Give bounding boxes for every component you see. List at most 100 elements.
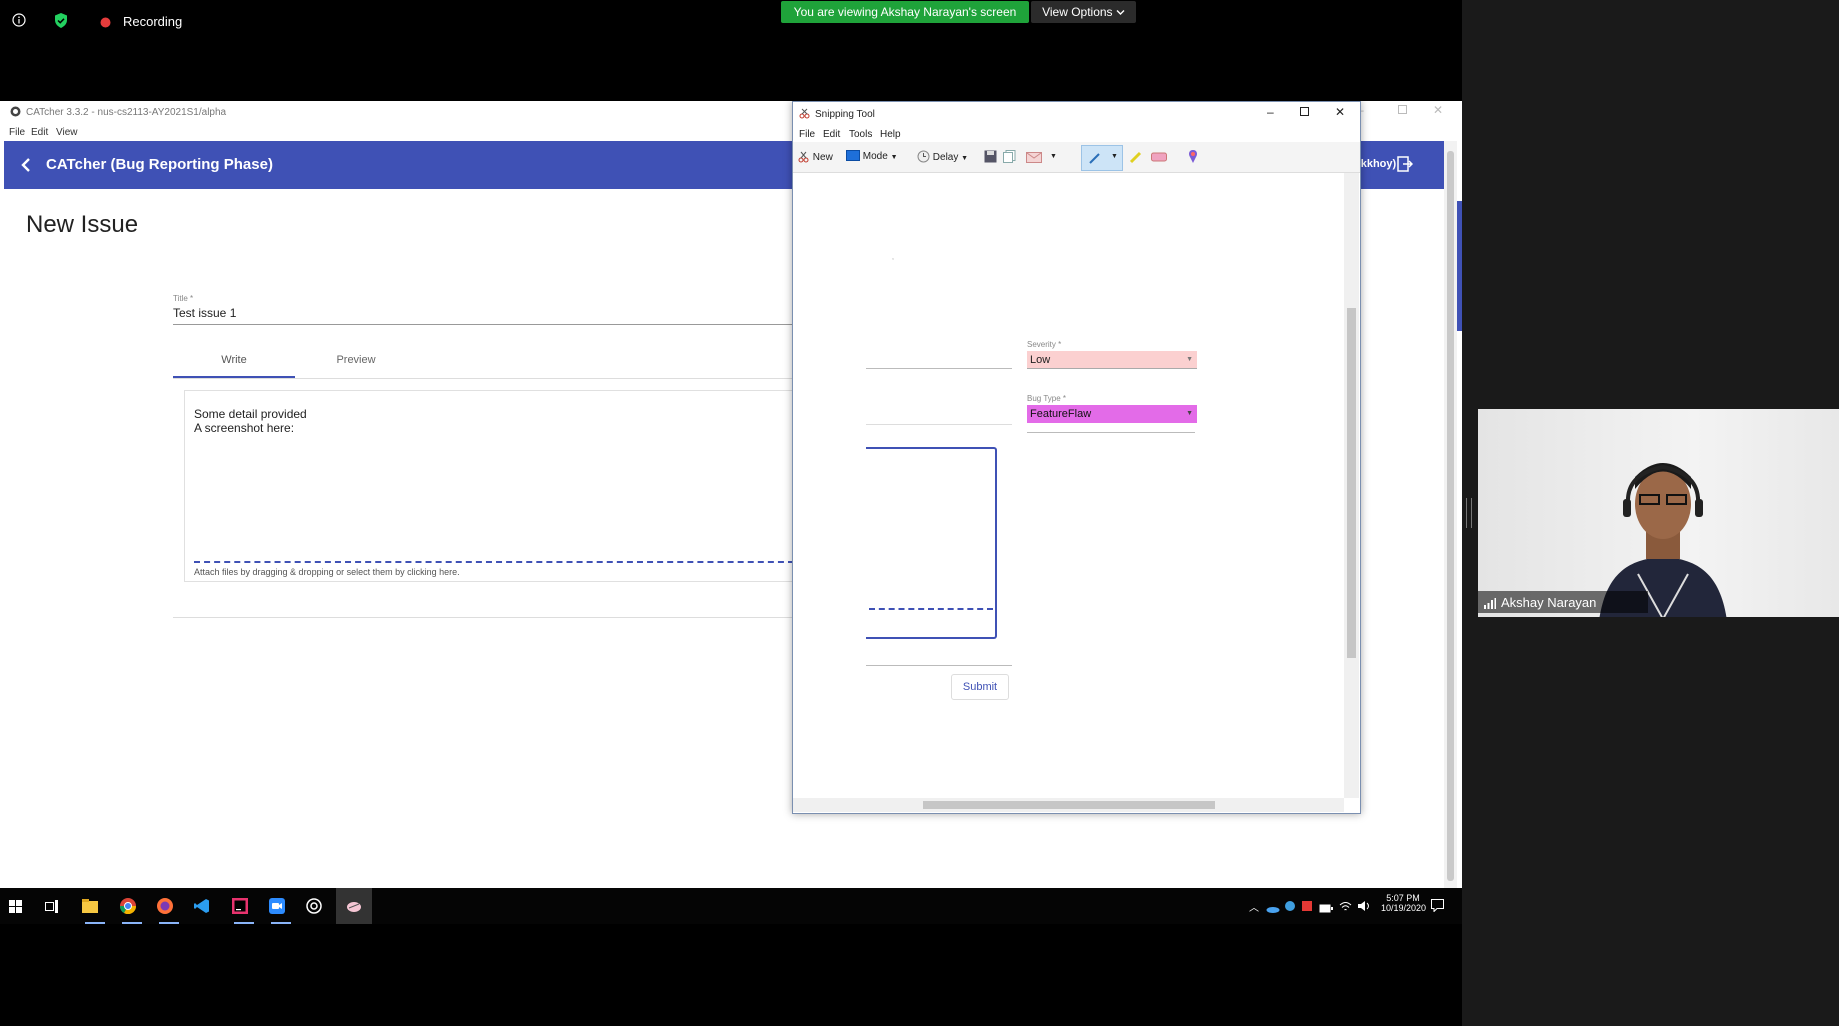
mode-dropdown-icon: ▼ [890,154,898,161]
pen-tool-button[interactable]: ▼ [1081,145,1123,171]
catcher-menu-file[interactable]: File [9,127,25,138]
catcher-menu-view[interactable]: View [56,127,78,138]
tab-write[interactable]: Write [173,342,295,378]
highlighter-icon[interactable] [1129,150,1143,167]
snip-hscroll[interactable] [793,798,1344,812]
form-divider [173,617,793,618]
pen-dropdown-icon: ▼ [1111,153,1118,160]
description-textarea[interactable]: Some detail provided A screenshot here: [184,390,806,582]
snip-hscroll-thumb[interactable] [923,801,1215,809]
back-arrow-icon[interactable] [20,157,32,178]
scissors-icon [799,108,810,122]
snip-menu-edit[interactable]: Edit [823,129,840,140]
snip-maximize-icon[interactable] [1300,107,1309,119]
snip-toolbar: New Mode ▼ Delay ▼ ▼ ▼ [793,142,1360,173]
chrome-active-indicator [122,922,142,924]
signal-bars-icon [1484,596,1496,614]
attach-dropzone-divider [194,561,794,563]
catcher-window-title: CATcher 3.3.2 - nus-cs2113-AY2021S1/alph… [26,107,227,118]
file-explorer-icon[interactable] [82,899,98,918]
snip-vscroll-thumb[interactable] [1347,308,1356,658]
snip-vscroll[interactable] [1344,173,1359,798]
shield-icon[interactable] [54,13,68,33]
windows-taskbar: ︿ 5:07 PM 10/19/2020 [0,888,1462,924]
bug-type-dropdown-icon: ▼ [1186,410,1193,417]
paint3d-icon[interactable] [1187,149,1199,167]
catcher-scroll-thumb[interactable] [1447,151,1454,881]
snipping-tool-taskbar-button[interactable] [336,888,372,924]
delay-dropdown-icon: ▼ [961,155,969,162]
snip-titlebar: Snipping Tool – ✕ [793,102,1360,126]
catcher-app-icon [10,106,21,120]
send-snip-icon[interactable] [1026,150,1044,166]
tab-preview[interactable]: Preview [295,342,417,376]
page-title: New Issue [26,211,139,238]
new-snip-button[interactable]: New [797,150,833,166]
tray-expand-icon[interactable]: ︿ [1249,899,1259,914]
windows-start-icon[interactable] [9,900,22,918]
snip-bug-type-underline [1027,432,1195,433]
mode-label: Mode [862,151,888,162]
intellij-icon[interactable] [232,898,248,919]
catcher-close-icon[interactable]: ✕ [1433,103,1443,117]
snip-field-underline [866,368,1012,369]
cursor-mark: , [892,254,894,261]
eraser-icon[interactable] [1151,151,1167,165]
network-tray-icon[interactable] [1284,899,1296,917]
tray-time: 5:07 PM [1386,893,1420,903]
snip-minimize-icon[interactable]: – [1267,105,1274,119]
wifi-icon[interactable] [1339,899,1352,917]
catcher-scrollbar[interactable] [1444,141,1457,889]
zoom-app-icon[interactable] [269,898,285,919]
view-options-label: View Options [1042,5,1113,19]
snip-menu-help[interactable]: Help [880,129,901,140]
participant-name: Akshay Narayan [1501,595,1597,610]
snip-submit-button: Submit [951,674,1009,700]
copy-icon[interactable] [1003,150,1016,166]
panel-resize-handle[interactable] [1466,498,1472,528]
tray-clock[interactable]: 5:07 PM 10/19/2020 [1381,893,1426,913]
zoom-top-bar: Recording [0,0,1462,42]
save-icon[interactable] [984,150,997,166]
participant-video[interactable]: Akshay Narayan [1478,409,1839,617]
recording-label: Recording [123,14,183,29]
title-input[interactable]: Test issue 1 [173,306,793,325]
explorer-active-indicator [85,922,105,924]
snip-bottom-underline [866,665,1012,666]
snip-severity-label: Severity * [1027,340,1062,349]
at-sign-app-icon[interactable] [306,898,322,919]
title-field-label: Title * [173,294,194,303]
catcher-maximize-icon[interactable] [1398,105,1407,117]
mode-button[interactable]: Mode ▼ [846,150,898,164]
participant-name-tag: Akshay Narayan [1478,591,1648,613]
chrome-icon[interactable] [119,898,137,919]
snip-window-title: Snipping Tool [815,109,875,120]
firefox-icon[interactable] [157,898,173,919]
vscode-icon[interactable] [194,898,210,919]
logout-icon[interactable] [1397,156,1414,177]
attach-hint[interactable]: Attach files by dragging & dropping or s… [194,567,460,577]
onedrive-icon[interactable] [1266,900,1280,918]
send-dropdown-icon[interactable]: ▼ [1050,153,1057,160]
snip-menu-file[interactable]: File [799,129,815,140]
firefox-active-indicator [159,922,179,924]
notifications-icon[interactable] [1431,899,1444,917]
task-view-icon[interactable] [45,900,58,918]
volume-icon[interactable] [1357,899,1371,917]
view-options-button[interactable]: View Options [1031,1,1136,23]
recording-icon [100,15,111,33]
description-line-1: Some detail provided [194,407,307,421]
snip-tabs-underline [866,424,1012,425]
shared-screen: CATcher 3.3.2 - nus-cs2113-AY2021S1/alph… [0,101,1462,924]
tray-app-icon[interactable] [1301,899,1313,917]
info-icon[interactable] [12,13,26,32]
snip-menubar: File Edit Tools Help [793,126,1360,142]
catcher-menu-edit[interactable]: Edit [31,127,48,138]
snip-close-icon[interactable]: ✕ [1335,105,1345,119]
snip-canvas: , Severity * Low ▼ Bug Type * FeatureFla… [793,173,1344,798]
snip-menu-tools[interactable]: Tools [849,129,872,140]
editor-tabs: Write Preview [173,342,793,379]
delay-button[interactable]: Delay ▼ [917,150,968,166]
battery-icon[interactable] [1319,900,1333,918]
snip-textarea-focus [866,447,997,639]
